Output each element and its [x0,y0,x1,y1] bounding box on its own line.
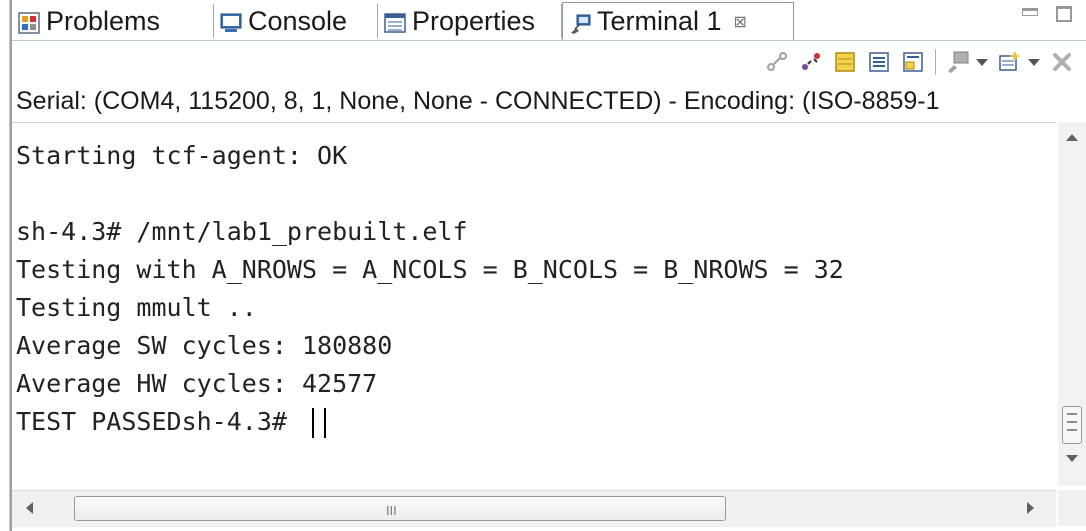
terminal-prompt-line: TEST PASSEDsh-4.3# [16,403,1056,441]
new-terminal-icon[interactable] [998,50,1022,74]
text-cursor [311,408,314,438]
terminal-line: TEST PASSEDsh-4.3# [16,407,302,436]
terminal-view: Problems Console Properties Terminal 1 ⊠ [10,0,1086,531]
scroll-right-arrow-icon[interactable] [1027,502,1034,514]
terminal-line: sh-4.3# /mnt/lab1_prebuilt.elf [16,217,468,246]
tab-console[interactable]: Console [214,4,378,38]
horizontal-scroll-thumb[interactable]: III [74,496,726,521]
view-window-controls [1022,6,1072,22]
remove-icon[interactable] [1050,50,1074,74]
console-icon [220,10,242,32]
minimize-button[interactable] [1022,8,1038,16]
scroll-up-arrow-icon[interactable] [1066,134,1078,141]
maximize-button[interactable] [1056,6,1072,22]
properties-icon [384,10,406,33]
scrollbar-corner [1058,490,1086,526]
toolbar-separator [935,49,936,75]
disconnect-icon[interactable] [799,50,823,74]
left-pane-edge [0,0,10,531]
connect-icon[interactable] [765,50,789,74]
scroll-down-arrow-icon[interactable] [1066,455,1078,462]
view-tab-bar: Problems Console Properties Terminal 1 ⊠ [12,0,1086,41]
tab-console-label: Console [248,5,348,36]
horizontal-scrollbar[interactable]: III [12,490,1056,527]
scroll-left-arrow-icon[interactable] [26,502,33,514]
new-terminal-dropdown-icon[interactable] [1028,58,1040,66]
text-cursor [323,408,326,438]
terminal-line: Testing with A_NROWS = A_NCOLS = B_NCOLS… [16,255,844,284]
scroll-lock-icon[interactable] [867,50,891,74]
problems-icon [18,10,40,34]
tab-terminal-1-label: Terminal 1 [597,6,722,36]
tab-properties-label: Properties [412,5,536,36]
display-selected-dropdown-icon[interactable] [976,58,988,66]
terminal-line: Average HW cycles: 42577 [16,369,378,398]
tab-terminal-1[interactable]: Terminal 1 ⊠ [562,2,794,40]
terminal-line: Testing mmult .. [16,293,257,322]
terminal-output[interactable]: Starting tcf-agent: OK sh-4.3# /mnt/lab1… [12,122,1056,487]
command-input-icon[interactable] [901,50,925,74]
scroll-grip: III [386,504,397,518]
terminal-line: Average SW cycles: 180880 [16,331,393,360]
vertical-scroll-thumb[interactable] [1062,406,1082,444]
terminal-line: Starting tcf-agent: OK [16,141,348,170]
close-tab-icon[interactable]: ⊠ [734,12,747,32]
vertical-scrollbar[interactable] [1058,122,1086,486]
terminal-toolbar [12,41,1086,81]
tab-properties[interactable]: Properties [378,4,562,38]
connection-status: Serial: (COM4, 115200, 8, 1, None, None … [16,87,940,115]
tab-problems[interactable]: Problems [12,4,214,38]
tab-problems-label: Problems [46,5,161,36]
settings-icon[interactable] [833,50,857,74]
display-selected-icon[interactable] [946,50,970,74]
terminal-icon [569,11,591,34]
